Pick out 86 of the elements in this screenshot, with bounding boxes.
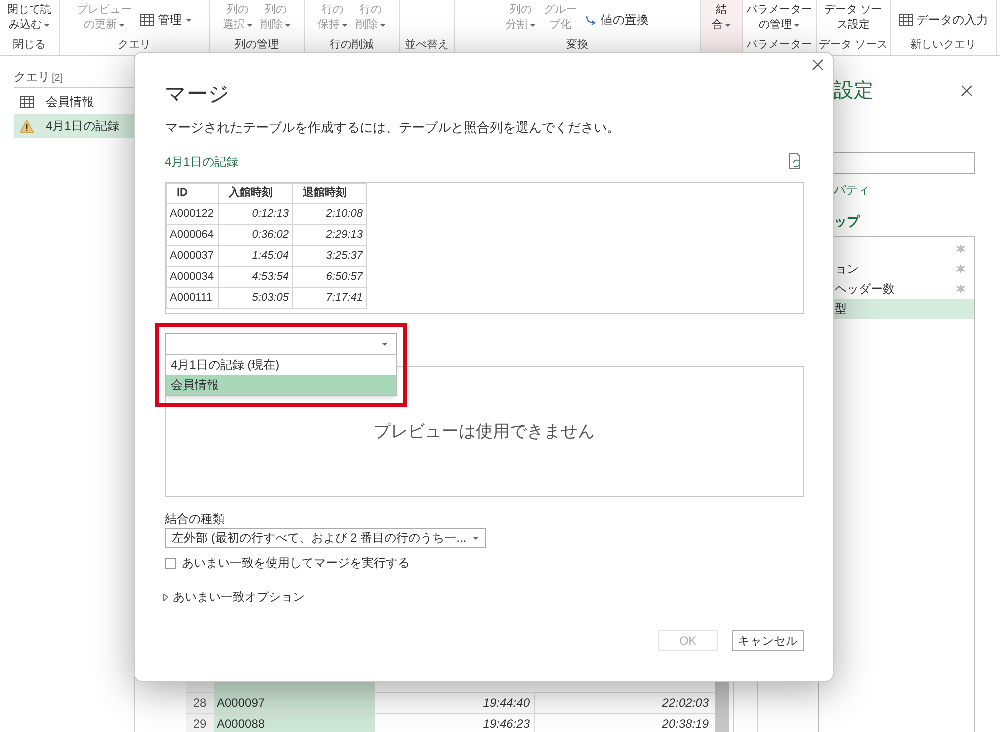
ribbon-group-label: 列の管理 xyxy=(235,38,279,53)
dialog-title: マージ xyxy=(165,82,230,108)
caret-icon xyxy=(342,24,348,27)
row-number: 29 xyxy=(186,714,214,732)
ribbon-group-label: 行の削減 xyxy=(330,38,374,53)
table-dropdown[interactable] xyxy=(165,333,397,355)
refresh-icon xyxy=(789,153,801,169)
table-cell: 19:44:40 xyxy=(375,693,535,713)
table-cell: A000088 xyxy=(214,714,375,732)
ribbon-group-label: 並べ替え xyxy=(405,38,449,53)
table-cell-text: 22:02:03 xyxy=(661,695,710,712)
query-count: [2] xyxy=(52,72,64,86)
caret-icon xyxy=(382,342,388,346)
ribbon-button[interactable]: データの入力 xyxy=(898,11,988,29)
table-cell: A000037 xyxy=(166,246,218,266)
ribbon-group-label: 閉じる xyxy=(13,38,46,53)
replace-icon xyxy=(585,14,597,26)
caret-icon xyxy=(794,24,800,27)
panel-title: 設定 xyxy=(834,79,874,104)
caret-icon xyxy=(380,24,386,27)
column-header[interactable]: ID xyxy=(166,184,218,204)
ribbon-group-label: 新しいクエリ xyxy=(910,38,976,53)
ribbon-group-label: 変換 xyxy=(566,38,588,53)
ribbon-group-label: パラメーター xyxy=(746,38,812,53)
ribbon-button[interactable]: 閉じて読 み込む xyxy=(8,3,52,33)
dialog-description: マージされたテーブルを作成するには、テーブルと照合列を選んでください。 xyxy=(165,119,620,137)
table-cell: 3:25:37 xyxy=(292,246,366,266)
ribbon-button[interactable]: パラメーター の管理 xyxy=(746,3,812,33)
caret-icon xyxy=(285,24,291,27)
field-label: 結合の種類 xyxy=(165,511,225,528)
panel-title: クエリ xyxy=(14,69,50,86)
table-cell: 2:29:13 xyxy=(292,224,366,246)
caret-icon xyxy=(247,24,253,27)
table-cell: A000111 xyxy=(166,288,218,308)
table-icon xyxy=(898,14,912,26)
table-cell-text: 20:38:19 xyxy=(661,716,710,732)
query-item[interactable]: 4月1日の記録 xyxy=(14,114,134,138)
table-cell: A000097 xyxy=(214,693,375,713)
ribbon-group-label: クエリ xyxy=(118,38,151,53)
dropdown-option[interactable]: 4月1日の記録 (現在) xyxy=(166,355,396,375)
expander-toggle[interactable]: あいまい一致オプション xyxy=(163,588,305,606)
ribbon-group-label: データ ソース xyxy=(818,38,888,53)
settings-icon xyxy=(956,284,966,294)
row-number: 28 xyxy=(186,693,214,713)
dropdown-option[interactable]: 会員情報 xyxy=(166,375,396,395)
close-icon xyxy=(812,59,824,71)
ribbon-button[interactable]: データ ソー ス設定 xyxy=(824,3,883,33)
step-item[interactable]: ヘッダー数 xyxy=(819,279,974,299)
settings-icon xyxy=(956,264,966,274)
properties-link[interactable]: パティ xyxy=(834,181,870,199)
table-icon xyxy=(140,14,154,26)
close-icon xyxy=(961,85,973,97)
ribbon-button[interactable]: 値の置換 xyxy=(585,11,649,29)
caret-icon xyxy=(186,18,192,22)
table-cell: A000122 xyxy=(166,204,218,224)
table-icon xyxy=(20,96,34,108)
step-item[interactable]: ョン xyxy=(819,259,974,279)
table-name: 4月1日の記録 xyxy=(165,154,238,171)
caret-icon xyxy=(473,536,479,540)
table-cell: 0:12:13 xyxy=(218,204,292,224)
caret-icon xyxy=(530,24,536,27)
column-header[interactable]: 退館時刻 xyxy=(292,184,366,204)
fuzzy-checkbox[interactable]: あいまい一致を使用してマージを実行する xyxy=(165,554,410,572)
triangle-icon xyxy=(163,594,170,600)
table-cell: A000064 xyxy=(166,224,218,246)
table-cell: 5:03:05 xyxy=(218,288,292,308)
table-cell: 4:53:54 xyxy=(218,266,292,288)
dialog-button[interactable]: キャンセル xyxy=(732,630,804,651)
table-cell: 1:45:04 xyxy=(218,246,292,266)
table-cell: 6:50:57 xyxy=(292,266,366,288)
section-heading: ップ xyxy=(834,213,860,231)
caret-icon xyxy=(119,24,125,27)
query-item[interactable]: 会員情報 xyxy=(14,90,134,114)
table-cell: 2:10:08 xyxy=(292,204,366,224)
ribbon-button[interactable]: 管理 xyxy=(140,11,192,29)
table-cell: A000034 xyxy=(166,266,218,288)
settings-icon xyxy=(956,244,966,254)
join-kind-dropdown[interactable]: 左外部 (最初の行すべて、および 2 番目の行のうち一... xyxy=(165,528,486,548)
warning-icon xyxy=(20,120,34,132)
table-cell: 7:17:41 xyxy=(292,288,366,308)
caret-icon xyxy=(44,24,50,27)
ribbon-button[interactable]: 結 合 xyxy=(712,3,731,33)
column-header[interactable]: 入館時刻 xyxy=(218,184,292,204)
table-cell: 19:46:23 xyxy=(375,714,535,732)
table-cell: 0:36:02 xyxy=(218,224,292,246)
caret-icon xyxy=(725,24,731,27)
